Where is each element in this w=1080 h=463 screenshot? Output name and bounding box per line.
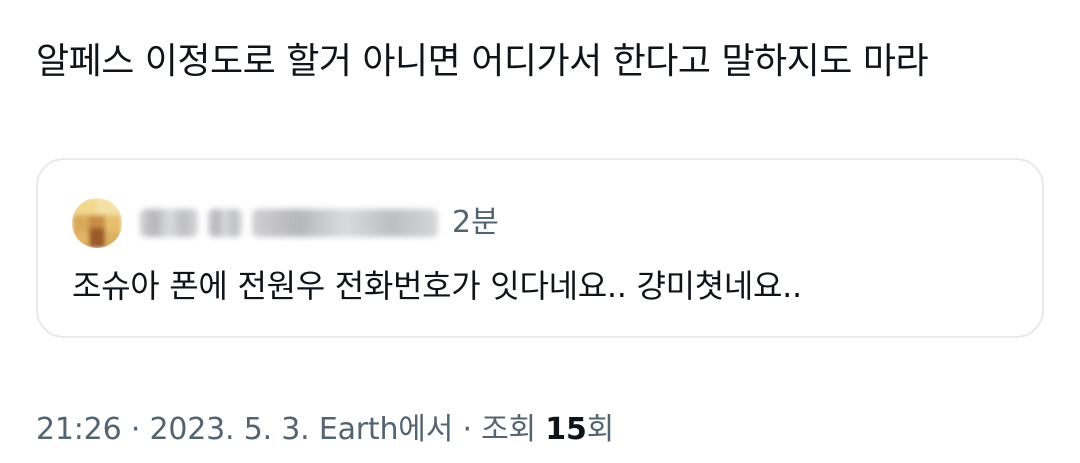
views-suffix: 회 xyxy=(586,412,615,447)
post-date[interactable]: 2023. 5. 3. xyxy=(150,412,310,447)
post-time[interactable]: 21:26 xyxy=(36,412,122,447)
quoted-post-time[interactable]: 2분 xyxy=(452,203,499,243)
meta-separator: · xyxy=(462,412,472,447)
quoted-post-header: 2분 xyxy=(72,198,499,248)
post-source: Earth에서 xyxy=(318,412,454,447)
redacted-block xyxy=(252,209,438,237)
post-text: 알페스 이정도로 할거 아니면 어디가서 한다고 말하지도 마라 xyxy=(36,41,929,82)
blurred-avatar-icon xyxy=(72,198,122,248)
redacted-block xyxy=(208,209,242,237)
redacted-author-name[interactable] xyxy=(140,209,438,237)
quoted-post-text: 조슈아 폰에 전원우 전화번호가 잇다네요.. 걍미쳣네요.. xyxy=(72,267,802,305)
views-count: 15 xyxy=(545,412,587,447)
avatar[interactable] xyxy=(72,198,122,248)
post-meta: 21:26 · 2023. 5. 3. Earth에서 · 조회 15회 xyxy=(36,408,614,452)
meta-separator: · xyxy=(130,412,141,447)
redacted-block xyxy=(140,209,198,237)
views-label: 조회 xyxy=(481,412,536,447)
quoted-post-card[interactable]: 2분 조슈아 폰에 전원우 전화번호가 잇다네요.. 걍미쳣네요.. xyxy=(36,158,1044,338)
